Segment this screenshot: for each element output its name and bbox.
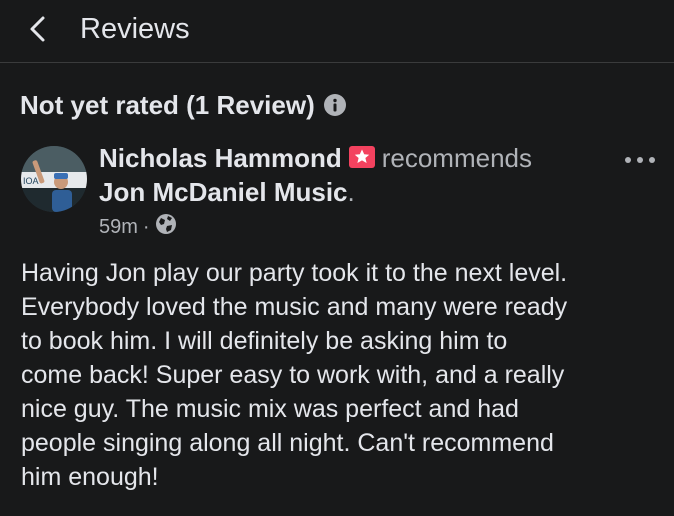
page-name-link[interactable]: Jon McDaniel Music: [99, 177, 348, 207]
meta-separator: ·: [142, 215, 150, 238]
svg-text:IOA: IOA: [23, 176, 39, 186]
review-meta: 59m ·: [99, 212, 177, 242]
review-header: Nicholas Hammond recommends Jon McDaniel …: [99, 141, 569, 209]
chevron-left-icon: [30, 16, 45, 42]
rating-summary: Not yet rated (1 Review): [20, 87, 346, 123]
back-button[interactable]: [22, 12, 58, 48]
reviewer-name[interactable]: Nicholas Hammond: [99, 143, 342, 173]
top-app-bar: Reviews: [0, 0, 674, 63]
more-options-button[interactable]: [623, 153, 657, 167]
review-text: Having Jon play our party took it to the…: [21, 259, 568, 491]
rating-title: Not yet rated (1 Review): [20, 90, 315, 120]
review-action: recommends: [381, 143, 532, 173]
page-name-suffix: .: [347, 177, 355, 207]
page-title: Reviews: [80, 13, 190, 45]
globe-icon: [155, 213, 177, 241]
avatar[interactable]: IOA: [21, 146, 87, 212]
info-icon[interactable]: [323, 94, 346, 116]
recommend-icon: [348, 144, 376, 168]
more-horizontal-icon: [625, 157, 655, 163]
review-timestamp[interactable]: 59m: [99, 216, 138, 239]
